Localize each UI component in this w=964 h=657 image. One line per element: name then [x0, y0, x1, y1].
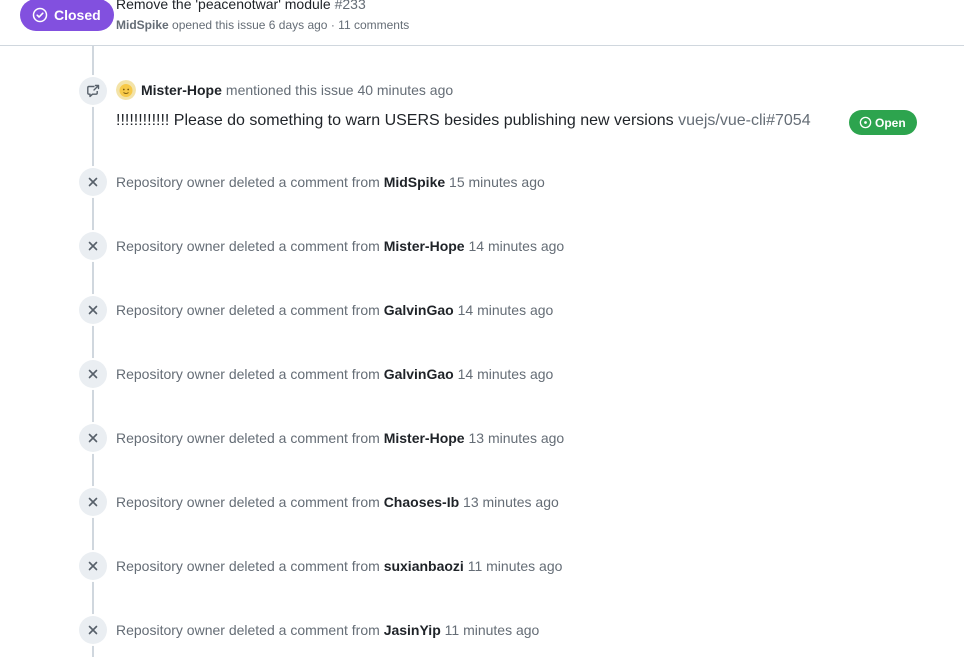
issue-author-link[interactable]: MidSpike	[116, 18, 169, 32]
mention-time[interactable]: 40 minutes ago	[357, 82, 453, 98]
deleted-prefix: Repository owner deleted a comment from	[116, 622, 380, 638]
reference-state-label: Open	[875, 115, 906, 130]
deleted-prefix: Repository owner deleted a comment from	[116, 558, 380, 574]
deleted-comment-text: Repository owner deleted a comment from …	[116, 302, 553, 318]
issue-meta: MidSpike opened this issue 6 days ago · …	[116, 18, 409, 32]
comment-author-link[interactable]: GalvinGao	[384, 302, 454, 318]
event-time[interactable]: 14 minutes ago	[468, 238, 564, 254]
deleted-prefix: Repository owner deleted a comment from	[116, 366, 380, 382]
issue-page: Closed Remove the 'peacenotwar' module #…	[0, 0, 964, 657]
deleted-prefix: Repository owner deleted a comment from	[116, 494, 380, 510]
event-time[interactable]: 13 minutes ago	[468, 430, 564, 446]
cross-reference-icon	[79, 77, 107, 105]
x-icon	[79, 616, 107, 644]
issue-opened-icon	[859, 116, 872, 129]
deleted-prefix: Repository owner deleted a comment from	[116, 430, 380, 446]
deleted-prefix: Repository owner deleted a comment from	[116, 238, 380, 254]
comment-author-link[interactable]: Mister-Hope	[384, 238, 465, 254]
issue-title-text: Remove the 'peacenotwar' module	[116, 0, 331, 12]
reference-title-link[interactable]: !!!!!!!!!!!! Please do something to warn…	[116, 112, 674, 129]
x-icon	[79, 296, 107, 324]
issue-number: #233	[334, 0, 366, 12]
issue-opened-text: opened this issue 6 days ago	[172, 18, 328, 32]
event-time[interactable]: 11 minutes ago	[468, 558, 563, 574]
x-icon	[79, 168, 107, 196]
user-avatar[interactable]	[116, 80, 136, 100]
event-time[interactable]: 15 minutes ago	[449, 174, 545, 190]
mention-reference: !!!!!!!!!!!! Please do something to warn…	[116, 112, 811, 130]
issue-closed-icon	[32, 7, 48, 23]
event-time[interactable]: 13 minutes ago	[463, 494, 559, 510]
state-badge-label: Closed	[54, 7, 101, 23]
deleted-comment-text: Repository owner deleted a comment from …	[116, 494, 559, 510]
meta-separator: ·	[330, 18, 335, 32]
reference-state-badge: Open	[849, 110, 917, 135]
comment-author-link[interactable]: suxianbaozi	[384, 558, 464, 574]
comment-author-link[interactable]: MidSpike	[384, 174, 445, 190]
deleted-comment-text: Repository owner deleted a comment from …	[116, 558, 562, 574]
deleted-prefix: Repository owner deleted a comment from	[116, 302, 380, 318]
x-icon	[79, 424, 107, 452]
mention-event-header: Mister-Hope mentioned this issue 40 minu…	[116, 80, 453, 100]
event-time[interactable]: 14 minutes ago	[458, 302, 554, 318]
deleted-comment-text: Repository owner deleted a comment from …	[116, 622, 539, 638]
x-icon	[79, 552, 107, 580]
event-time[interactable]: 14 minutes ago	[458, 366, 554, 382]
comment-author-link[interactable]: Chaoses-Ib	[384, 494, 459, 510]
comment-author-link[interactable]: Mister-Hope	[384, 430, 465, 446]
comments-count[interactable]: 11 comments	[338, 18, 409, 32]
deleted-comment-text: Repository owner deleted a comment from …	[116, 366, 553, 382]
comment-author-link[interactable]: GalvinGao	[384, 366, 454, 382]
deleted-comment-text: Repository owner deleted a comment from …	[116, 174, 545, 190]
x-icon	[79, 232, 107, 260]
comment-author-link[interactable]: JasinYip	[384, 622, 441, 638]
deleted-comment-text: Repository owner deleted a comment from …	[116, 238, 564, 254]
issue-title: Remove the 'peacenotwar' module #233	[116, 0, 366, 12]
deleted-comment-text: Repository owner deleted a comment from …	[116, 430, 564, 446]
x-icon	[79, 488, 107, 516]
event-time[interactable]: 11 minutes ago	[445, 622, 540, 638]
state-badge-closed: Closed	[20, 0, 114, 31]
reference-repo-link[interactable]: vuejs/vue-cli#7054	[678, 112, 811, 129]
deleted-prefix: Repository owner deleted a comment from	[116, 174, 380, 190]
mention-user-link[interactable]: Mister-Hope	[141, 82, 222, 98]
issue-header: Closed Remove the 'peacenotwar' module #…	[0, 0, 964, 46]
mention-action-text: mentioned this issue	[225, 82, 354, 98]
x-icon	[79, 360, 107, 388]
